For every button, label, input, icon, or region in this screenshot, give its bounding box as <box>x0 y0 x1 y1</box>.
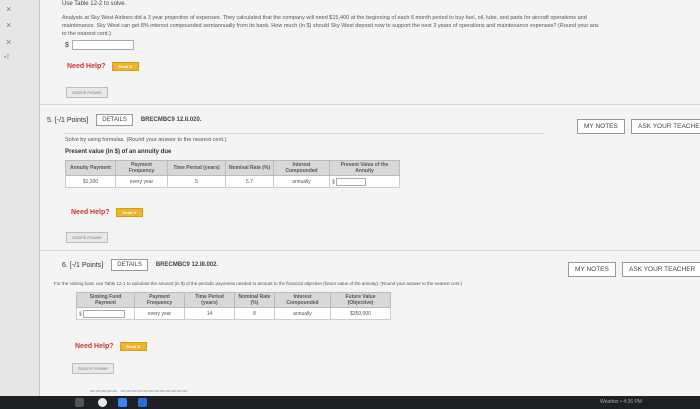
assignment-page: Use Table 12-2 to solve. Analysts at Sky… <box>40 0 700 396</box>
question-line: Analysts at Sky West Airlines did a 3 ye… <box>62 14 587 21</box>
question-code: BRECMBC9 12.III.002. <box>155 262 219 268</box>
question-code: BRECMBC9 12.II.020. <box>140 117 202 123</box>
question-instruction: Solve by using formulas. (Round your ans… <box>65 137 227 143</box>
column-header: Nominal Rate (%) <box>234 292 275 308</box>
ask-teacher-button[interactable]: ASK YOUR TEACHER <box>631 119 700 134</box>
table-title: Present value (in $) of an annuity due <box>65 149 172 155</box>
submit-answer-button[interactable]: Submit Answer <box>72 363 115 374</box>
my-notes-button[interactable]: MY NOTES <box>577 119 625 134</box>
annuity-table: Annuity Payment Payment Frequency Time P… <box>65 160 400 188</box>
table-cell: every year <box>115 175 168 188</box>
need-help-label: Need Help? <box>71 209 110 216</box>
table-cell: 5 <box>167 175 226 188</box>
table-cell: 8 <box>234 307 275 320</box>
table-cell: annually <box>274 307 331 320</box>
sinking-fund-table: Sinking Fund Payment Payment Frequency T… <box>76 292 391 320</box>
divider <box>40 104 700 105</box>
table-cell: $1,300 <box>65 175 116 188</box>
column-header: Time Period (years) <box>167 160 226 176</box>
need-help: Need Help? Read It <box>75 342 147 351</box>
table-reference: Use Table 12-2 to solve. <box>62 1 127 7</box>
table-cell: 5.7 <box>225 175 274 188</box>
column-header: Interest Compounded <box>273 160 330 176</box>
column-header: Sinking Fund Payment <box>76 292 135 308</box>
column-header: Nominal Rate (%) <box>225 160 274 176</box>
chrome-icon[interactable] <box>98 398 107 407</box>
divider <box>65 133 545 134</box>
present-value-cell: $ <box>329 175 400 188</box>
need-help-label: Need Help? <box>67 63 106 70</box>
details-button[interactable]: DETAILS <box>111 259 148 271</box>
question-line: maintenance. Sky West can get 8% interes… <box>62 22 599 29</box>
question-number: 6. [-/1 Points] <box>62 261 104 269</box>
rail-tag: •T <box>4 55 10 61</box>
ask-teacher-button[interactable]: ASK YOUR TEACHER <box>622 262 700 277</box>
question-prev-text: Use Table 12-2 to solve. Analysts at Sky… <box>62 0 692 39</box>
read-it-button[interactable]: Read It <box>111 62 139 71</box>
currency-label: $ <box>332 178 335 185</box>
table-cell: $350,000 <box>330 307 391 320</box>
close-icon[interactable]: × <box>6 4 11 14</box>
question-line: to the nearest cent.) <box>62 30 111 37</box>
table-cell: every year <box>134 307 185 320</box>
divider <box>40 250 700 251</box>
answer-input[interactable] <box>71 40 134 50</box>
next-question-peek: ▁▁▁▁▁ ▁▁▁▁▁▁▁▁▁▁▁▁ <box>90 386 189 392</box>
need-help-label: Need Help? <box>75 343 114 350</box>
need-help: Need Help? Read It <box>71 208 143 217</box>
column-header: Payment Frequency <box>134 292 185 308</box>
table-row: $ every year 14 8 annually $350,000 <box>76 307 391 320</box>
table-cell: annually <box>273 175 330 188</box>
currency-label: $ <box>65 41 69 49</box>
details-button[interactable]: DETAILS <box>96 114 133 126</box>
question-6-header: 6. [-/1 Points] DETAILS BRECMBC9 12.III.… <box>62 259 218 271</box>
need-help: Need Help? Read It <box>67 62 139 71</box>
read-it-button[interactable]: Read It <box>119 342 147 351</box>
question-5-header: 5. [-/1 Points] DETAILS BRECMBC9 12.II.0… <box>47 114 202 126</box>
column-header: Time Period (years) <box>184 292 235 308</box>
column-header: Payment Frequency <box>115 160 168 176</box>
currency-label: $ <box>79 310 82 317</box>
question-number: 5. [-/1 Points] <box>47 116 89 124</box>
edge-icon[interactable] <box>118 398 127 407</box>
table-header-row: Sinking Fund Payment Payment Frequency T… <box>76 292 391 308</box>
question-instruction: For the sinking fund, use Table 12-1 to … <box>54 281 463 286</box>
column-header: Present Value of the Annuity <box>329 160 400 176</box>
column-header: Annuity Payment <box>65 160 116 176</box>
payment-cell: $ <box>76 307 135 320</box>
submit-answer-button[interactable]: Submit Answer <box>66 232 109 243</box>
present-value-input[interactable] <box>336 177 367 186</box>
word-icon[interactable] <box>138 398 147 407</box>
answer-row: $ <box>65 40 134 50</box>
read-it-button[interactable]: Read It <box>115 208 143 217</box>
table-row: $1,300 every year 5 5.7 annually $ <box>65 175 400 188</box>
file-explorer-icon[interactable] <box>75 398 84 407</box>
payment-input[interactable] <box>83 309 126 318</box>
submit-answer-button[interactable]: Submit Answer <box>66 87 109 98</box>
close-icon[interactable]: × <box>6 37 11 47</box>
table-header-row: Annuity Payment Payment Frequency Time P… <box>65 160 400 176</box>
left-sidebar: × × × •T <box>0 0 40 409</box>
close-icon[interactable]: × <box>6 20 11 30</box>
system-tray[interactable]: Weather • 4:36 PM <box>600 399 642 405</box>
table-cell: 14 <box>184 307 235 320</box>
column-header: Interest Compounded <box>274 292 331 308</box>
column-header: Future Value (Objective) <box>330 292 391 308</box>
my-notes-button[interactable]: MY NOTES <box>568 262 616 277</box>
